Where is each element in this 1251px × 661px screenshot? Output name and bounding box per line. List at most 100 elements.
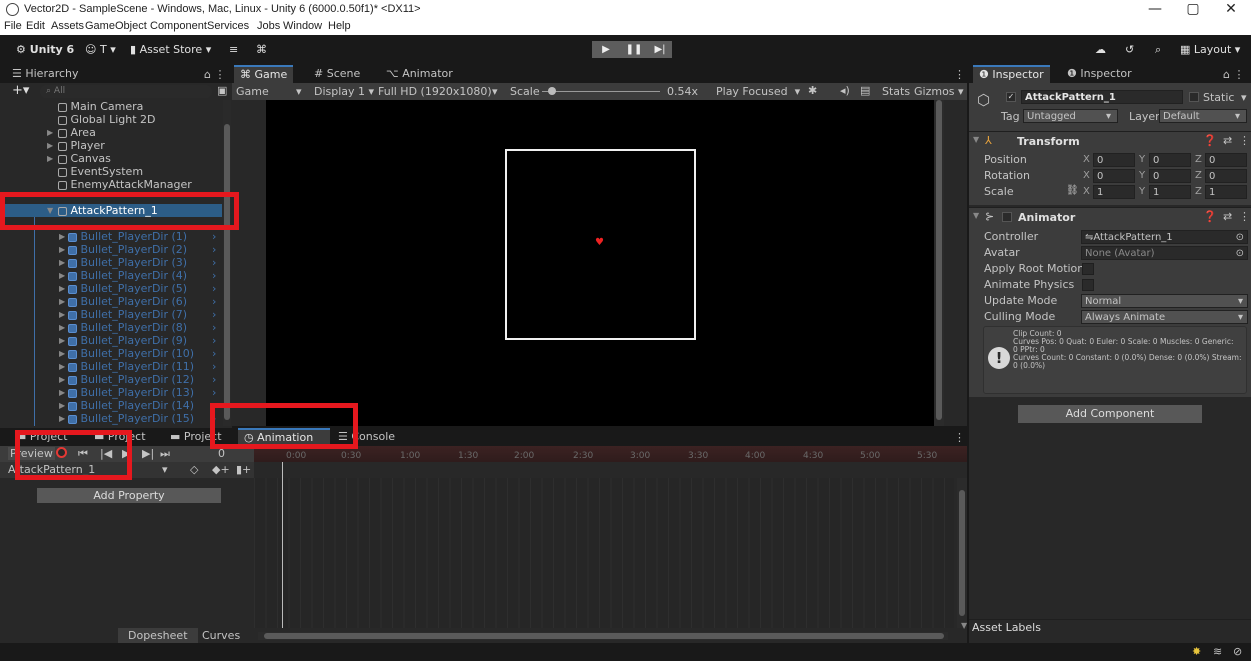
hierarchy-item-player[interactable]: ▶ Player bbox=[0, 139, 222, 152]
hierarchy-item-bullet-3[interactable]: ▶ Bullet_PlayerDir (3) › bbox=[0, 256, 222, 269]
hscroll-thumb[interactable] bbox=[264, 633, 944, 639]
display-dropdown[interactable]: Display 1 ▾ bbox=[314, 85, 374, 98]
menu-edit[interactable]: Edit bbox=[26, 20, 45, 32]
root-motion-checkbox[interactable] bbox=[1082, 263, 1094, 275]
history-icon[interactable]: ↺ bbox=[1125, 43, 1134, 56]
prefab-open-icon[interactable]: › bbox=[212, 256, 216, 269]
prev-keyframe-icon[interactable]: |◀ bbox=[100, 447, 112, 460]
record-button[interactable] bbox=[56, 447, 67, 458]
stats-button[interactable]: Stats bbox=[882, 85, 910, 98]
minimize-button[interactable]: — bbox=[1140, 1, 1170, 17]
static-dropdown-icon[interactable]: ▾ bbox=[1241, 91, 1247, 104]
play-animation-icon[interactable]: ▶ bbox=[122, 447, 130, 460]
layer-dropdown[interactable]: Default ▾ bbox=[1159, 109, 1247, 123]
object-picker-icon[interactable]: ⊙ bbox=[1236, 247, 1244, 261]
hierarchy-item-bullet-9[interactable]: ▶ Bullet_PlayerDir (9) › bbox=[0, 334, 222, 347]
collapse-arrow-icon[interactable]: ▼ bbox=[973, 211, 979, 220]
component-menu-icon[interactable]: ⋮ bbox=[1239, 210, 1250, 223]
tab-inspector-2[interactable]: ❶ Inspector bbox=[1061, 65, 1138, 83]
playhead[interactable] bbox=[282, 462, 283, 628]
expand-arrow-icon[interactable]: ▶ bbox=[47, 152, 53, 165]
expand-arrow-icon[interactable]: ▶ bbox=[59, 373, 65, 386]
menu-gameobject[interactable]: GameObject bbox=[85, 20, 147, 32]
hierarchy-item-enemyattackmanager[interactable]: EnemyAttackManager bbox=[0, 178, 222, 191]
hierarchy-item-bullet-13[interactable]: ▶ Bullet_PlayerDir (13) › bbox=[0, 386, 222, 399]
hierarchy-item-global-light[interactable]: Global Light 2D bbox=[0, 113, 222, 126]
update-mode-dropdown[interactable]: Normal ▾ bbox=[1081, 294, 1248, 308]
animate-physics-checkbox[interactable] bbox=[1082, 279, 1094, 291]
prefab-open-icon[interactable]: › bbox=[212, 399, 216, 412]
constrain-proportions-icon[interactable]: ⛓ bbox=[1066, 185, 1079, 196]
hierarchy-item-bullet-11[interactable]: ▶ Bullet_PlayerDir (11) › bbox=[0, 360, 222, 373]
collapse-arrow-icon[interactable]: ▼ bbox=[47, 204, 53, 217]
audio-icon[interactable]: ◂) bbox=[840, 84, 850, 97]
curves-tab[interactable]: Curves bbox=[202, 629, 240, 642]
expand-arrow-icon[interactable]: ▶ bbox=[59, 321, 65, 334]
expand-arrow-icon[interactable]: ▶ bbox=[59, 308, 65, 321]
transform-header[interactable]: ▼ ⅄ Transform ❓ ⇄ ⋮ bbox=[969, 131, 1251, 151]
account-dropdown[interactable]: ☺ T ▾ bbox=[85, 43, 116, 56]
menu-services[interactable]: Services bbox=[207, 20, 249, 32]
culling-mode-dropdown[interactable]: Always Animate ▾ bbox=[1081, 310, 1248, 324]
expand-arrow-icon[interactable]: ▼ bbox=[961, 621, 967, 630]
prefab-open-icon[interactable]: › bbox=[212, 347, 216, 360]
tab-inspector-1[interactable]: ❶ Inspector bbox=[973, 65, 1050, 83]
expand-arrow-icon[interactable]: ▶ bbox=[59, 269, 65, 282]
close-button[interactable]: ✕ bbox=[1216, 1, 1246, 17]
rotation-x-field[interactable]: 0 bbox=[1093, 169, 1135, 183]
prefab-open-icon[interactable]: › bbox=[212, 321, 216, 334]
cache-icon[interactable]: ≋ bbox=[1213, 645, 1222, 658]
play-button[interactable]: ▶ bbox=[592, 41, 620, 58]
layout-dropdown[interactable]: ▦ Layout ▾ bbox=[1180, 43, 1240, 56]
expand-arrow-icon[interactable]: ▶ bbox=[59, 243, 65, 256]
lighting-icon[interactable]: ✸ bbox=[1192, 645, 1201, 658]
hierarchy-item-bullet-8[interactable]: ▶ Bullet_PlayerDir (8) › bbox=[0, 321, 222, 334]
prefab-open-icon[interactable]: › bbox=[212, 373, 216, 386]
tab-hierarchy[interactable]: ☰ Hierarchy bbox=[6, 65, 85, 83]
prefab-open-icon[interactable]: › bbox=[212, 308, 216, 321]
keyboard-icon[interactable]: ▤ bbox=[860, 84, 870, 97]
hierarchy-item-bullet-2[interactable]: ▶ Bullet_PlayerDir (2) › bbox=[0, 243, 222, 256]
filter-icon[interactable]: ▣ bbox=[217, 84, 227, 97]
tab-scene[interactable]: # Scene bbox=[308, 65, 366, 83]
preset-icon[interactable]: ⇄ bbox=[1223, 134, 1232, 147]
add-icon[interactable]: +▾ bbox=[12, 83, 29, 98]
prefab-open-icon[interactable]: › bbox=[212, 230, 216, 243]
animator-enabled-checkbox[interactable] bbox=[1002, 212, 1012, 222]
hierarchy-item-bullet-5[interactable]: ▶ Bullet_PlayerDir (5) › bbox=[0, 282, 222, 295]
tab-console[interactable]: ☰ Console bbox=[332, 428, 401, 446]
menu-help[interactable]: Help bbox=[328, 20, 351, 32]
tab-project-2[interactable]: ▬ Project bbox=[88, 428, 152, 446]
asset-labels-bar[interactable]: ▼ Asset Labels bbox=[961, 619, 1251, 636]
add-component-button[interactable]: Add Component bbox=[1018, 405, 1202, 423]
hierarchy-item-canvas[interactable]: ▶ Canvas bbox=[0, 152, 222, 165]
clip-dropdown[interactable]: AttackPattern_1 bbox=[8, 463, 95, 476]
expand-arrow-icon[interactable]: ▶ bbox=[59, 230, 65, 243]
game-scrollbar-thumb[interactable] bbox=[936, 100, 942, 420]
static-checkbox[interactable] bbox=[1189, 92, 1199, 102]
cloud-icon[interactable]: ☁ bbox=[1095, 43, 1106, 56]
position-y-field[interactable]: 0 bbox=[1149, 153, 1191, 167]
hierarchy-item-eventsystem[interactable]: EventSystem bbox=[0, 165, 222, 178]
expand-arrow-icon[interactable]: ▶ bbox=[47, 126, 53, 139]
scrollbar-thumb[interactable] bbox=[224, 124, 230, 420]
panel-menu-icon[interactable]: ⋮ bbox=[954, 68, 965, 81]
game-mode-dropdown[interactable]: Game ▾ bbox=[236, 85, 302, 98]
hierarchy-item-bullet-15[interactable]: ▶ Bullet_PlayerDir (15) › bbox=[0, 412, 222, 425]
hierarchy-item-main-camera[interactable]: Main Camera bbox=[0, 100, 222, 113]
prefab-open-icon[interactable]: › bbox=[212, 243, 216, 256]
hierarchy-item-bullet-14[interactable]: ▶ Bullet_PlayerDir (14) › bbox=[0, 399, 222, 412]
prefab-open-icon[interactable]: › bbox=[212, 334, 216, 347]
prefab-open-icon[interactable]: › bbox=[212, 282, 216, 295]
hierarchy-item-bullet-1[interactable]: ▶ Bullet_PlayerDir (1) › bbox=[0, 230, 222, 243]
rotation-z-field[interactable]: 0 bbox=[1205, 169, 1247, 183]
vscroll-thumb[interactable] bbox=[959, 490, 965, 616]
position-z-field[interactable]: 0 bbox=[1205, 153, 1247, 167]
first-keyframe-icon[interactable]: ⏮ bbox=[78, 447, 88, 461]
object-picker-icon[interactable]: ⊙ bbox=[1236, 231, 1244, 245]
preset-icon[interactable]: ⇄ bbox=[1223, 210, 1232, 223]
position-x-field[interactable]: 0 bbox=[1093, 153, 1135, 167]
expand-arrow-icon[interactable]: ▶ bbox=[59, 412, 65, 425]
expand-arrow-icon[interactable]: ▶ bbox=[59, 347, 65, 360]
lock-icon[interactable]: ⌂ ⋮ bbox=[1223, 68, 1244, 81]
